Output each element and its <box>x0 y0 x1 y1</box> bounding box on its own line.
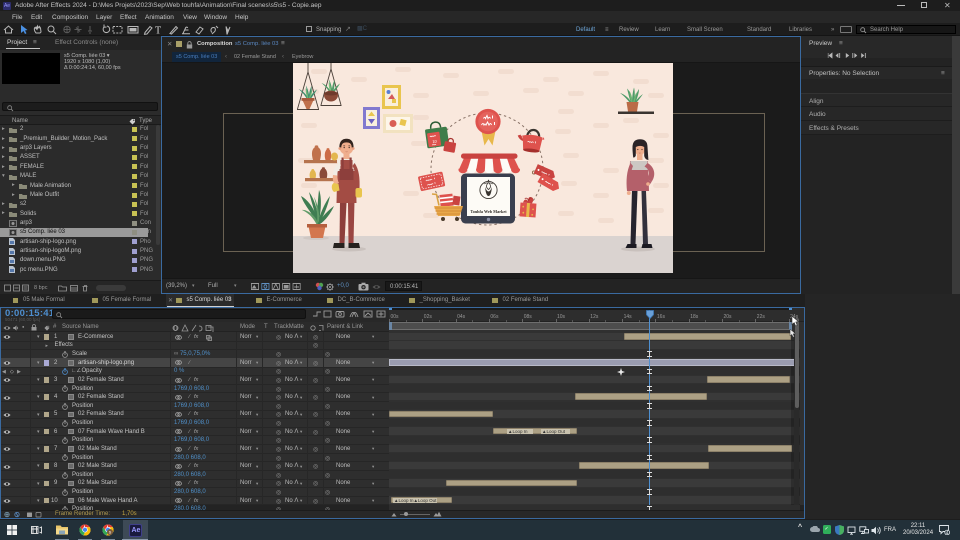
svg-text:4: 4 <box>946 530 949 535</box>
svg-text:Touhfa Web Market: Touhfa Web Market <box>470 209 507 214</box>
svg-text:T: T <box>155 26 161 37</box>
svg-text:S: S <box>109 529 112 534</box>
